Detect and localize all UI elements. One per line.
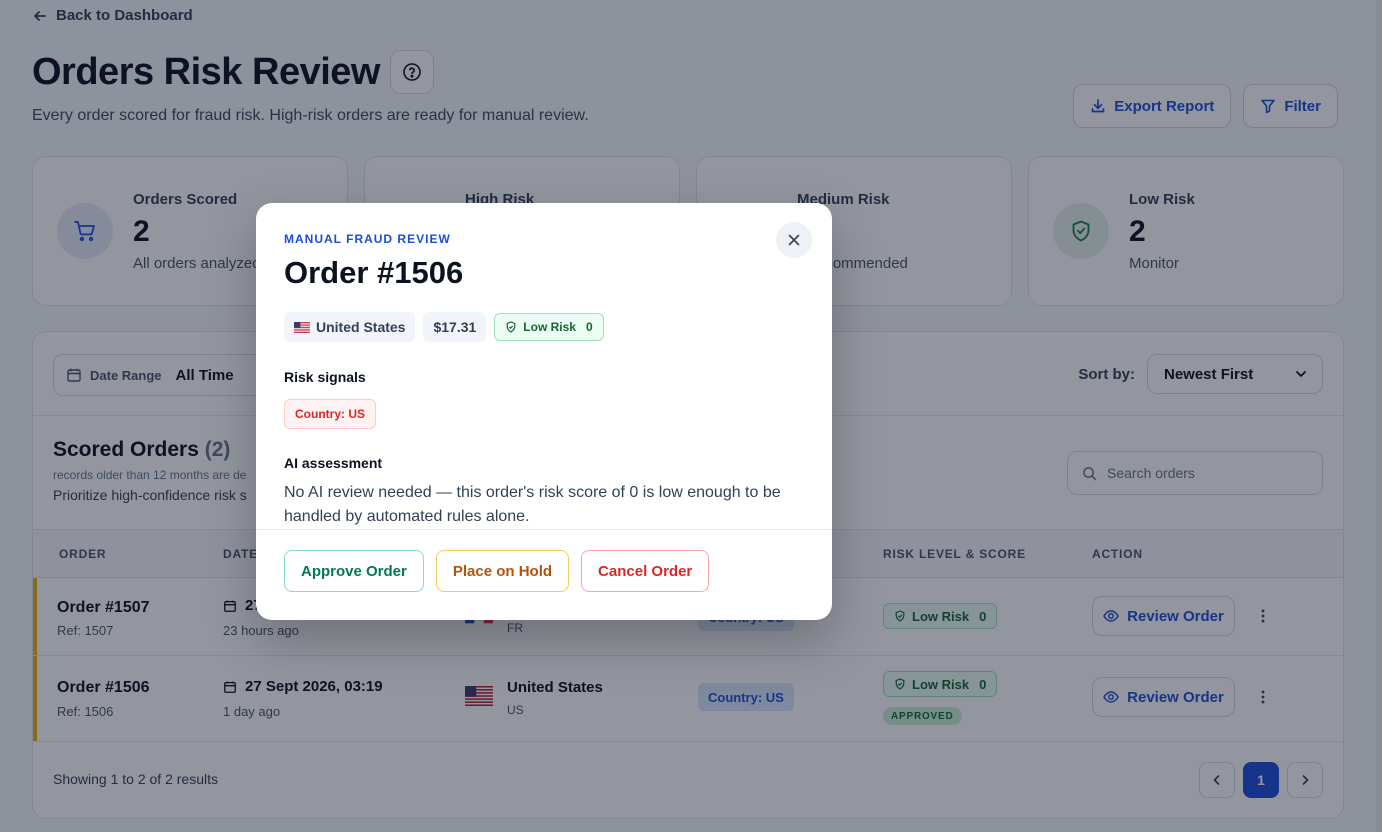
ai-assessment-heading: AI assessment [284, 455, 383, 471]
shield-check-icon [506, 321, 516, 333]
risk-level: Low Risk [523, 320, 576, 334]
modal-actions: Approve Order Place on Hold Cancel Order [284, 550, 710, 592]
risk-signal-chip: Country: US [284, 399, 376, 429]
modal-title: Order #1506 [284, 255, 464, 290]
order-summary-chips: United States $17.31 Low Risk 0 [284, 312, 604, 342]
modal-eyebrow: MANUAL FRAUD REVIEW [284, 232, 451, 246]
close-button[interactable] [776, 222, 812, 258]
order-amount-chip: $17.31 [423, 312, 487, 342]
risk-level-chip: Low Risk 0 [494, 313, 604, 341]
risk-signals-heading: Risk signals [284, 369, 366, 385]
close-icon [788, 234, 800, 246]
country-chip: United States [284, 312, 416, 342]
modal-divider [256, 529, 832, 530]
country-name: United States [316, 319, 406, 335]
ai-assessment-text: No AI review needed — this order's risk … [284, 484, 781, 525]
fraud-review-modal: MANUAL FRAUD REVIEW Order #1506 United S… [256, 203, 832, 620]
risk-score: 0 [585, 320, 593, 334]
approve-order-button[interactable]: Approve Order [284, 550, 424, 592]
us-flag-icon [294, 321, 310, 333]
cancel-order-button[interactable]: Cancel Order [581, 550, 710, 592]
place-on-hold-button[interactable]: Place on Hold [435, 550, 570, 592]
